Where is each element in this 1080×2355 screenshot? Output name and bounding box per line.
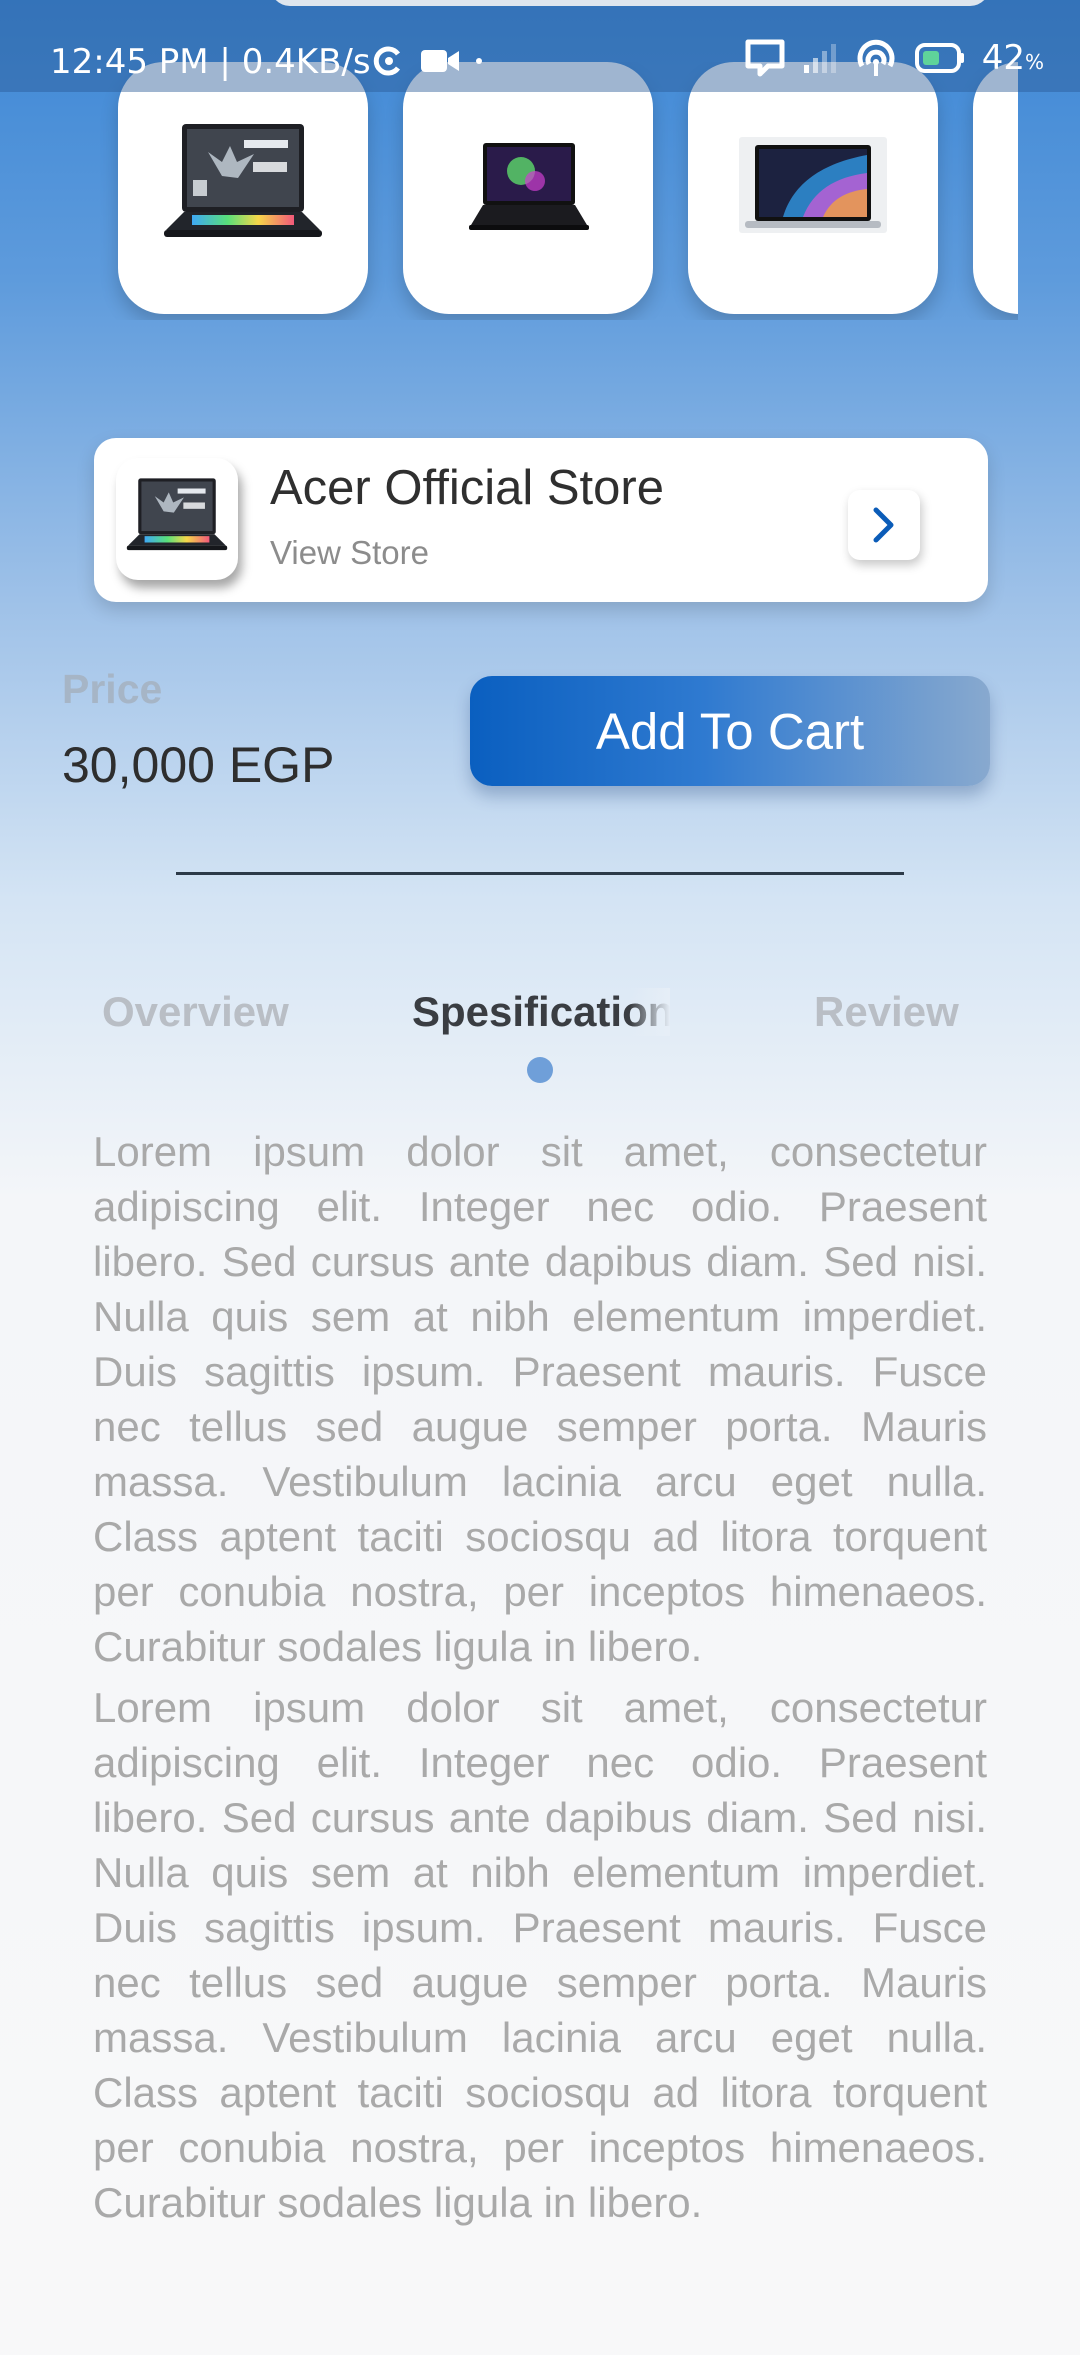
description-paragraph: Lorem ipsum dolor sit amet, consectetur … [93, 1684, 987, 2226]
store-card[interactable]: Acer Official Store View Store [94, 438, 988, 602]
thumbnail-razer[interactable] [403, 62, 653, 314]
description-paragraph: Lorem ipsum dolor sit amet, consectetur … [93, 1128, 987, 1670]
laptop-razer-thumbnail [469, 143, 589, 230]
video-camera-icon [421, 50, 459, 72]
laptop-predator-thumbnail [164, 124, 322, 237]
thumbnail-partial[interactable] [973, 62, 1018, 314]
chat-bubble-icon [745, 39, 785, 77]
signal-icon [803, 44, 836, 73]
view-store-link[interactable]: View Store [270, 534, 429, 572]
active-tab-indicator [527, 1057, 553, 1083]
store-arrow-button[interactable] [848, 490, 920, 560]
notification-dot-icon [476, 58, 482, 64]
battery-icon [914, 43, 964, 73]
status-bar: 12:45 PM | 0.4KB/s 42% [0, 0, 1080, 92]
status-time-speed: 12:45 PM | 0.4KB/s [50, 42, 371, 82]
product-thumbnails [0, 62, 1018, 320]
tab-overview[interactable]: Overview [102, 988, 289, 1036]
hotspot-icon [857, 39, 895, 76]
battery-level: 42% [981, 38, 1044, 78]
laptop-macbook-thumbnail [739, 137, 887, 233]
chevron-right-icon [873, 507, 894, 543]
add-to-cart-button[interactable]: Add To Cart [470, 676, 990, 786]
top-sheet-edge [270, 0, 990, 6]
thumbnail-predator[interactable] [118, 62, 368, 314]
divider [176, 872, 904, 875]
store-logo [116, 458, 238, 580]
tab-review[interactable]: Review [814, 988, 959, 1036]
store-name: Acer Official Store [270, 461, 664, 515]
price-value: 30,000 EGP [62, 737, 335, 793]
specification-content: Lorem ipsum dolor sit amet, consectetur … [93, 1124, 987, 2236]
tab-label-fade [630, 988, 670, 1036]
thumbnail-macbook[interactable] [688, 62, 938, 314]
laptop-predator-thumbnail [126, 478, 228, 551]
sync-icon [373, 46, 401, 76]
price-label: Price [62, 666, 163, 712]
tab-specification[interactable]: Spesification [412, 988, 670, 1036]
